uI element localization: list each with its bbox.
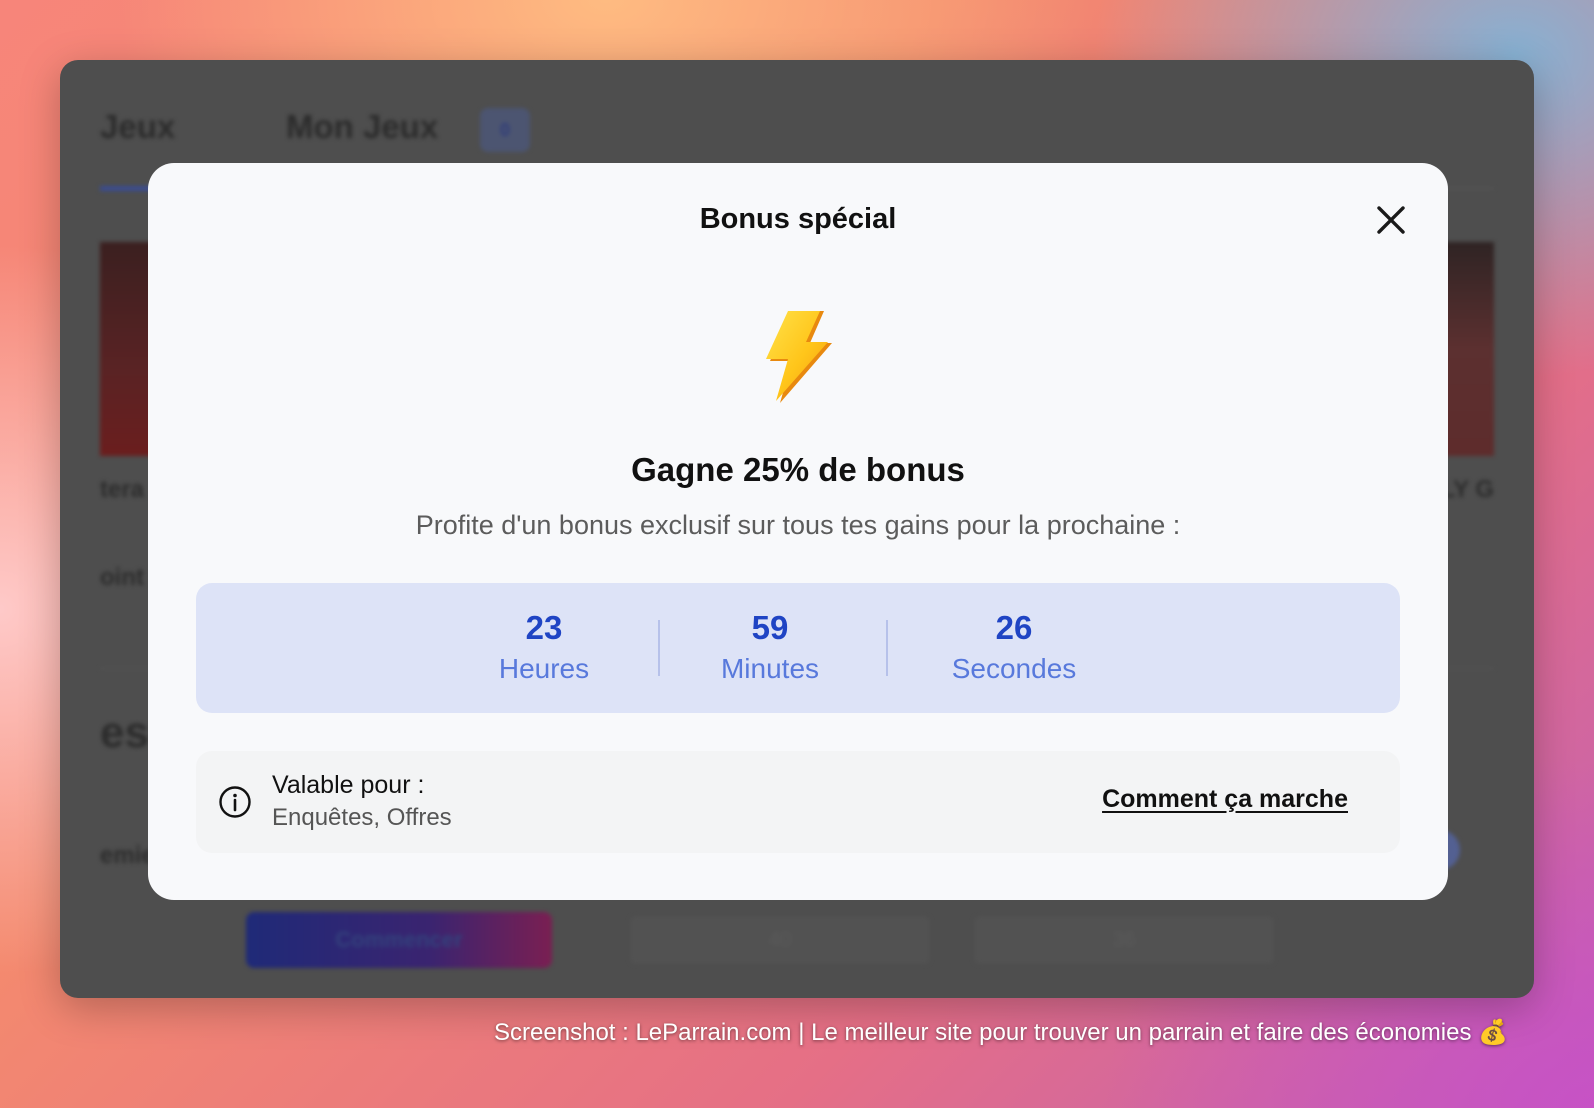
tab-my-games[interactable]: Mon Jeux: [286, 108, 438, 146]
bonus-modal: Bonus spécial Gagne 25% de bonus Profite…: [148, 163, 1448, 900]
lightning-bolt-icon: [758, 309, 838, 405]
start-button[interactable]: Commencer: [246, 912, 552, 968]
card-label-left: tera: [100, 476, 145, 503]
bonus-subtitle: Profite d'un bonus exclusif sur tous tes…: [415, 510, 1181, 540]
bonus-headline: Gagne 25% de bonus: [631, 451, 965, 488]
valid-for-label: Valable pour :: [272, 771, 425, 799]
row-label-left: oint: [100, 564, 144, 591]
countdown-timer: 23 Heures 59 Minutes 26 Secondes: [196, 583, 1400, 713]
close-icon: [1377, 206, 1405, 234]
card-label-right: LY G: [1440, 476, 1494, 503]
screenshot-caption: Screenshot : LeParrain.com | Le meilleur…: [494, 1019, 1508, 1046]
how-it-works-link[interactable]: Comment ça marche: [1102, 785, 1348, 814]
timer-hours: 23 Heures: [499, 609, 589, 689]
minutes-label: Minutes: [720, 653, 820, 684]
tab-badge: 0: [480, 108, 530, 152]
seconds-value: 26: [995, 609, 1033, 646]
timer-minutes: 59 Minutes: [721, 609, 819, 689]
minutes-value: 59: [751, 609, 789, 646]
tab-games[interactable]: Jeux: [100, 108, 175, 146]
hours-label: Heures: [498, 653, 590, 684]
row2-label-left: emie: [100, 842, 155, 869]
timer-seconds: 26 Secondes: [952, 609, 1077, 689]
table-cell-right: 36: [974, 916, 1274, 964]
timer-separator: [886, 620, 888, 676]
modal-title: Bonus spécial: [699, 203, 897, 235]
valid-for-values: Enquêtes, Offres: [272, 804, 452, 831]
validity-info-box: Valable pour : Enquêtes, Offres Comment …: [196, 751, 1400, 853]
close-button[interactable]: [1372, 201, 1410, 239]
seconds-label: Secondes: [951, 653, 1077, 684]
hours-value: 23: [525, 609, 563, 646]
timer-separator: [658, 620, 660, 676]
section-heading: es: [100, 708, 149, 757]
table-cell-mid: 40: [630, 916, 930, 964]
info-icon: [219, 786, 251, 818]
